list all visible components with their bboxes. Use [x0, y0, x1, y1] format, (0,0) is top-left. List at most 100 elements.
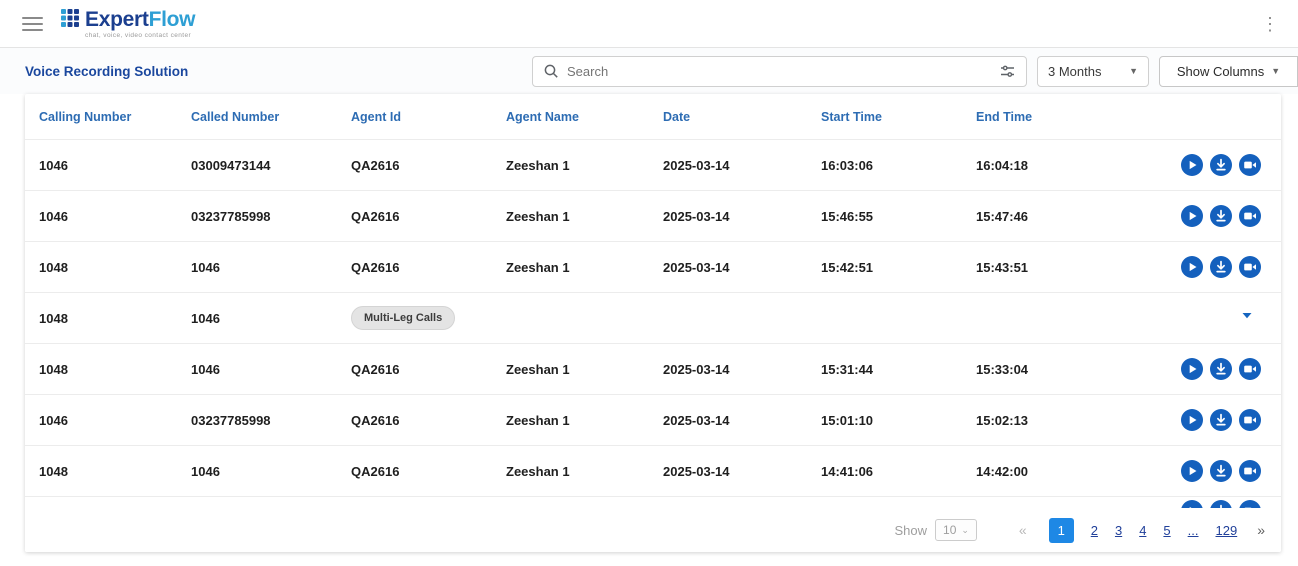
- cell-date: 2025-03-14: [663, 464, 821, 479]
- page-number-3[interactable]: 3: [1115, 518, 1122, 543]
- video-recording-button[interactable]: [1239, 409, 1261, 431]
- play-icon: [1181, 154, 1203, 176]
- expand-row-button[interactable]: [1239, 307, 1261, 329]
- page-number-2[interactable]: 2: [1091, 518, 1098, 543]
- video-recording-button[interactable]: [1239, 460, 1261, 482]
- table-row: 10481046QA2616Zeeshan 12025-03-1415:31:4…: [25, 344, 1281, 395]
- page-number-129[interactable]: 129: [1216, 518, 1238, 543]
- logo-text: ExpertFlow chat, voice, video contact ce…: [85, 9, 195, 39]
- col-header-called-number: Called Number: [191, 110, 351, 124]
- play-recording-button[interactable]: [1181, 205, 1203, 227]
- play-recording-button[interactable]: [1181, 460, 1203, 482]
- video-recording-button[interactable]: [1239, 205, 1261, 227]
- prev-page-button[interactable]: «: [1019, 522, 1027, 538]
- next-page-button[interactable]: »: [1257, 522, 1265, 538]
- date-range-value: 3 Months: [1048, 64, 1101, 79]
- page-ellipsis: ...: [1188, 518, 1199, 543]
- table-row: 10481046QA2616Zeeshan 12025-03-1414:41:0…: [25, 446, 1281, 497]
- download-recording-button[interactable]: [1210, 460, 1232, 482]
- play-icon: [1181, 358, 1203, 380]
- col-header-agent-name: Agent Name: [506, 110, 663, 124]
- cell-called-number: 1046: [191, 260, 351, 275]
- cell-called-number: 03237785998: [191, 209, 351, 224]
- cell-date: 2025-03-14: [663, 209, 821, 224]
- pagination-pages: 12345... 129: [1049, 518, 1237, 543]
- cell-agent-name: Zeeshan 1: [506, 362, 663, 377]
- cell-end-time: 15:43:51: [976, 260, 1126, 275]
- cell-end-time: 16:04:18: [976, 158, 1126, 173]
- show-columns-button[interactable]: Show Columns ▼: [1159, 56, 1298, 87]
- chevron-down-icon: ⌄: [961, 525, 969, 536]
- page-size-value: 10: [943, 523, 956, 537]
- logo-text-expert: Expert: [85, 8, 149, 31]
- overflow-menu-icon[interactable]: ⋮: [1260, 15, 1280, 33]
- show-columns-label: Show Columns: [1177, 64, 1264, 79]
- search-icon: [543, 63, 559, 79]
- cell-agent-id: QA2616: [351, 362, 506, 377]
- menu-icon[interactable]: [22, 17, 43, 31]
- cell-end-time: 14:42:00: [976, 464, 1126, 479]
- play-icon: [1181, 409, 1203, 431]
- page-number-4[interactable]: 4: [1139, 518, 1146, 543]
- filter-icon[interactable]: [999, 63, 1016, 80]
- download-recording-button[interactable]: [1210, 358, 1232, 380]
- page-number-5[interactable]: 5: [1163, 518, 1170, 543]
- search-input[interactable]: [567, 64, 991, 79]
- row-actions: [1126, 205, 1267, 227]
- page-number-1[interactable]: 1: [1049, 518, 1074, 543]
- table-row: 104603237785998QA2616Zeeshan 12025-03-14…: [25, 395, 1281, 446]
- col-header-end-time: End Time: [976, 110, 1126, 124]
- cell-calling-number: 1046: [39, 209, 191, 224]
- download-icon: [1210, 409, 1232, 431]
- cell-start-time: 15:46:55: [821, 209, 976, 224]
- table-header-row: Calling Number Called Number Agent Id Ag…: [25, 94, 1281, 140]
- play-recording-button[interactable]: [1181, 409, 1203, 431]
- download-icon: [1210, 460, 1232, 482]
- cell-calling-number: 1048: [39, 260, 191, 275]
- cell-date: 2025-03-14: [663, 362, 821, 377]
- download-recording-button[interactable]: [1210, 205, 1232, 227]
- cell-called-number: 03009473144: [191, 158, 351, 173]
- cell-start-time: 14:41:06: [821, 464, 976, 479]
- cell-agent-name: Zeeshan 1: [506, 209, 663, 224]
- download-recording-button[interactable]: [1210, 154, 1232, 176]
- video-recording-button[interactable]: [1239, 358, 1261, 380]
- video-recording-button[interactable]: [1239, 256, 1261, 278]
- play-recording-button[interactable]: [1181, 256, 1203, 278]
- logo-text-flow: Flow: [149, 8, 196, 31]
- cell-start-time: 16:03:06: [821, 158, 976, 173]
- row-actions: [1126, 307, 1267, 329]
- cell-start-time: 15:01:10: [821, 413, 976, 428]
- video-camera-icon: [1239, 256, 1261, 278]
- table-row: 10481046QA2616Zeeshan 12025-03-1415:42:5…: [25, 242, 1281, 293]
- top-bar: ExpertFlow chat, voice, video contact ce…: [0, 0, 1298, 48]
- video-camera-icon: [1239, 154, 1261, 176]
- row-actions: [1126, 358, 1267, 380]
- table-body: 104603009473144QA2616Zeeshan 12025-03-14…: [25, 140, 1281, 548]
- cell-start-time: 15:31:44: [821, 362, 976, 377]
- download-recording-button[interactable]: [1210, 256, 1232, 278]
- video-recording-button[interactable]: [1239, 154, 1261, 176]
- cell-agent-id: QA2616: [351, 413, 506, 428]
- download-recording-button[interactable]: [1210, 409, 1232, 431]
- cell-called-number: 1046: [191, 362, 351, 377]
- cell-agent-name: Zeeshan 1: [506, 260, 663, 275]
- play-recording-button[interactable]: [1181, 358, 1203, 380]
- row-actions: [1126, 460, 1267, 482]
- cell-end-time: 15:47:46: [976, 209, 1126, 224]
- play-icon: [1181, 205, 1203, 227]
- cell-calling-number: 1046: [39, 413, 191, 428]
- video-camera-icon: [1239, 409, 1261, 431]
- col-header-agent-id: Agent Id: [351, 110, 506, 124]
- download-icon: [1210, 256, 1232, 278]
- pagination-bar: Show 10 ⌄ « 12345...129 »: [25, 508, 1281, 552]
- chevron-down-icon: ▼: [1129, 66, 1138, 76]
- table-row: 104603237785998QA2616Zeeshan 12025-03-14…: [25, 191, 1281, 242]
- play-recording-button[interactable]: [1181, 154, 1203, 176]
- cell-called-number: 1046: [191, 464, 351, 479]
- date-range-select[interactable]: 3 Months ▼: [1037, 56, 1149, 87]
- page-size-select[interactable]: 10 ⌄: [935, 519, 977, 541]
- search-box: [532, 56, 1027, 87]
- cell-end-time: 15:02:13: [976, 413, 1126, 428]
- page-title: Voice Recording Solution: [25, 64, 188, 79]
